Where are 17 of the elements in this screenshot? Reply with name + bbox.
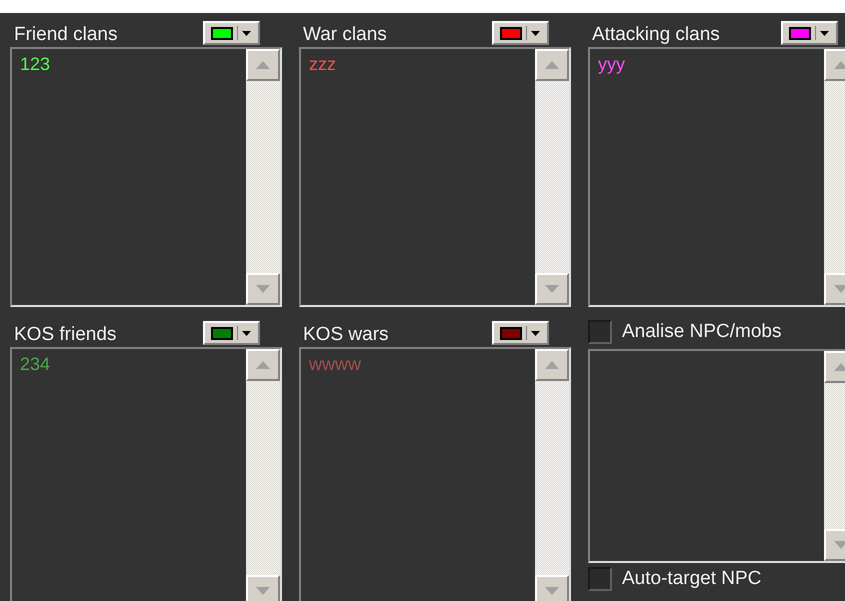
list-item[interactable]: 123 [20, 53, 238, 75]
list-box[interactable]: 123 [10, 47, 282, 307]
checkbox-label: Auto-target NPC [622, 568, 762, 590]
panel-title: Friend clans [14, 24, 118, 46]
panel-title: KOS wars [303, 324, 389, 346]
checkbox-label: Analise NPC/mobs [622, 321, 782, 343]
list-box[interactable]: wwww [299, 347, 571, 601]
panel-title: KOS friends [14, 324, 116, 346]
list-item[interactable]: yyy [598, 53, 816, 75]
list-box[interactable]: yyy [588, 47, 845, 307]
list-box[interactable]: zzz [299, 47, 571, 307]
panel-title: Attacking clans [592, 24, 720, 46]
list-item[interactable]: zzz [309, 53, 527, 75]
panel-title: War clans [303, 24, 387, 46]
list-box[interactable]: 234 [10, 347, 282, 601]
list-item[interactable]: wwww [309, 353, 527, 375]
list-item[interactable]: 234 [20, 353, 238, 375]
